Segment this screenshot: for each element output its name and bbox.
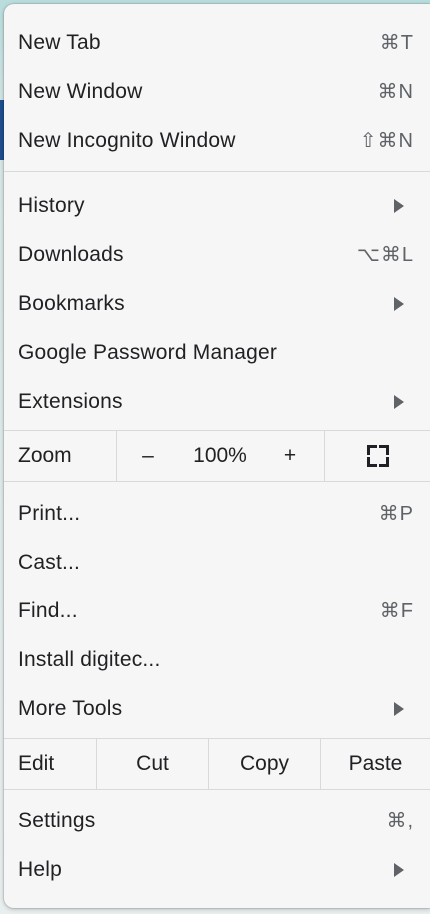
menu-item-downloads[interactable]: Downloads ⌥⌘L	[4, 230, 430, 279]
menu-item-new-incognito-window[interactable]: New Incognito Window ⇧⌘N	[4, 116, 430, 165]
menu-item-label: New Window	[18, 79, 143, 103]
menu-item-shortcut: ⇧⌘N	[359, 130, 414, 152]
menu-item-label: History	[18, 193, 85, 217]
menu-separator	[4, 789, 430, 790]
zoom-label: Zoom	[18, 444, 72, 467]
edit-label: Edit	[18, 752, 55, 775]
submenu-arrow-icon	[394, 862, 404, 877]
menu-item-cast[interactable]: Cast...	[4, 538, 430, 587]
menu-item-label: Extensions	[18, 389, 123, 413]
menu-item-google-password-manager[interactable]: Google Password Manager	[4, 328, 430, 377]
menu-item-label: Bookmarks	[18, 291, 125, 315]
submenu-arrow-icon	[394, 198, 404, 213]
menu-item-new-window[interactable]: New Window ⌘N	[4, 67, 430, 116]
menu-item-label: Downloads	[18, 242, 124, 266]
menu-item-extensions[interactable]: Extensions	[4, 377, 430, 426]
menu-item-label: Print...	[18, 501, 81, 525]
menu-item-bookmarks[interactable]: Bookmarks	[4, 279, 430, 328]
submenu-arrow-icon	[394, 296, 404, 311]
edit-row: Edit Cut Copy Paste	[4, 739, 430, 789]
zoom-row: Zoom – 100% +	[4, 431, 430, 481]
menu-item-shortcut: ⌥⌘L	[356, 244, 414, 266]
menu-item-history[interactable]: History	[4, 181, 430, 230]
menu-item-shortcut: ⌘N	[377, 81, 414, 103]
copy-button[interactable]: Copy	[209, 739, 320, 789]
cut-button[interactable]: Cut	[97, 739, 208, 789]
menu-item-help[interactable]: Help	[4, 845, 430, 894]
menu-item-shortcut: ⌘,	[386, 810, 414, 832]
menu-item-label: New Tab	[18, 30, 101, 54]
menu-item-label: Find...	[18, 598, 78, 622]
menu-item-label: New Incognito Window	[18, 128, 236, 152]
menu-item-label: Google Password Manager	[18, 340, 278, 364]
zoom-in-button[interactable]: +	[272, 431, 308, 481]
submenu-arrow-icon	[394, 701, 404, 716]
menu-item-new-tab[interactable]: New Tab ⌘T	[4, 18, 430, 67]
menu-item-find[interactable]: Find... ⌘F	[4, 586, 430, 635]
menu-item-label: Install digitec...	[18, 647, 161, 671]
fullscreen-button[interactable]	[325, 431, 430, 481]
menu-item-label: Help	[18, 857, 62, 881]
menu-item-install-digitec[interactable]: Install digitec...	[4, 635, 430, 684]
menu-item-settings[interactable]: Settings ⌘,	[4, 796, 430, 845]
menu-item-shortcut: ⌘T	[379, 32, 414, 54]
menu-item-label: Settings	[18, 808, 96, 832]
paste-button[interactable]: Paste	[321, 739, 430, 789]
menu-separator	[4, 481, 430, 482]
menu-item-shortcut: ⌘P	[378, 503, 414, 525]
menu-item-more-tools[interactable]: More Tools	[4, 684, 430, 733]
menu-item-print[interactable]: Print... ⌘P	[4, 489, 430, 538]
zoom-divider	[116, 431, 117, 481]
menu-item-label: Cast...	[18, 550, 81, 574]
menu-item-label: More Tools	[18, 696, 123, 720]
zoom-level-value: 100%	[193, 444, 247, 467]
fullscreen-icon	[366, 445, 389, 467]
zoom-out-button[interactable]: –	[130, 431, 166, 481]
submenu-arrow-icon	[394, 394, 404, 409]
browser-main-menu: New Tab ⌘T New Window ⌘N New Incognito W…	[4, 4, 430, 908]
menu-item-shortcut: ⌘F	[379, 600, 414, 622]
menu-separator	[4, 171, 430, 172]
